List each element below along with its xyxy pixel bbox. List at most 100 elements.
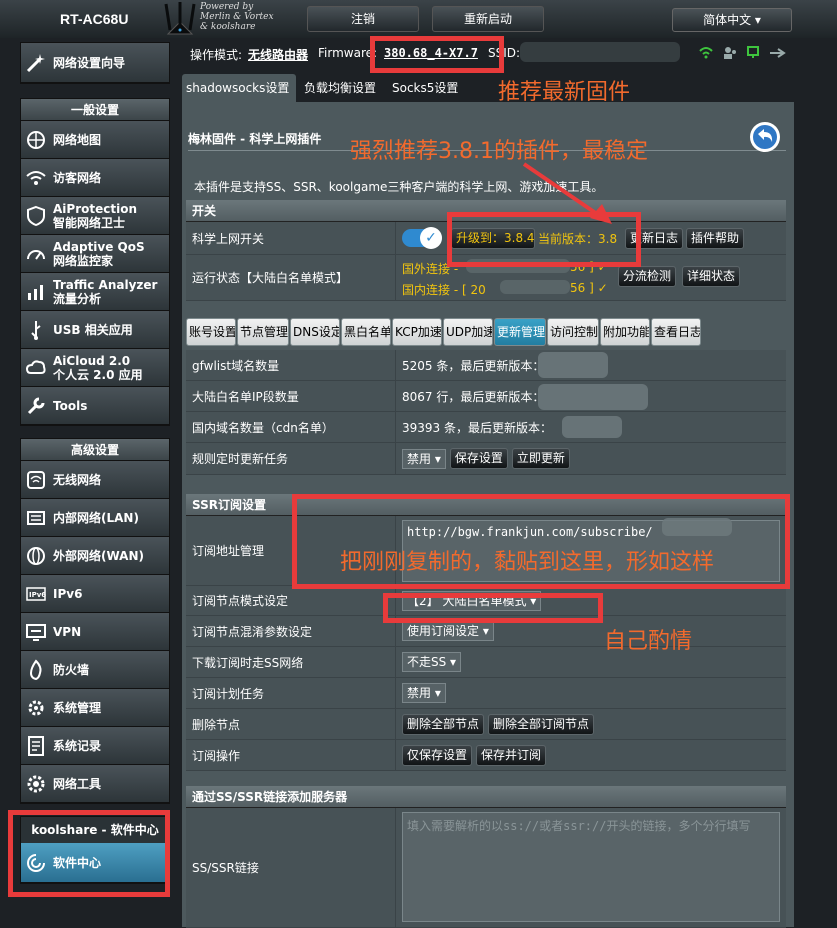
annotation-your-choice: 自己酌情 — [604, 629, 693, 654]
obfs-select[interactable]: 使用订阅设定 ▾ — [402, 621, 494, 641]
lan-icon — [25, 507, 47, 529]
tab-shadowsocks[interactable]: shadowsocks设置 — [182, 74, 296, 102]
logout-button[interactable]: 注销 — [307, 6, 419, 32]
sidebar-item-label: AiCloud 2.0 个人云 2.0 应用 — [53, 353, 143, 382]
checkmark-icon: ✓ — [420, 227, 442, 249]
schedule-row: 订阅计划任务 禁用 ▾ — [186, 678, 786, 709]
powered-by-line: Powered by — [200, 2, 254, 12]
sidebar-item-wrench[interactable]: Tools — [21, 387, 169, 425]
cloud-icon — [25, 357, 47, 379]
delete-all-button[interactable]: 删除全部节点 — [402, 713, 485, 735]
subtab-1[interactable]: 账号设置 — [186, 318, 236, 346]
sidebar-item-network-tools[interactable]: 网络工具 — [21, 765, 169, 803]
sidebar-item-setup-wizard[interactable]: 网络设置向导 — [21, 43, 169, 83]
link-row: SS/SSR链接 填入需要解析的以ss://或者ssr://开头的链接，多个分行… — [186, 808, 786, 928]
subtab-5[interactable]: KCP加速 — [392, 318, 442, 346]
subtab-3[interactable]: DNS设定 — [290, 318, 340, 346]
reboot-button[interactable]: 重新启动 — [432, 6, 544, 32]
sidebar-item-label: 系统管理 — [53, 700, 102, 715]
annotation-paste-here: 把刚刚复制的，黏贴到这里，形如这样 — [340, 550, 715, 575]
wrench-icon — [25, 395, 47, 417]
software-center-highlight-box — [8, 810, 170, 897]
subtab-7[interactable]: 更新管理 — [494, 318, 546, 346]
download-ss-select[interactable]: 不走SS ▾ — [402, 652, 462, 672]
mode-value[interactable]: 无线路由器 — [248, 46, 308, 63]
sub-tabs: 账号设置 节点管理 DNS设定 黑白名单 KCP加速 UDP加速 更新管理 访问控制 附加功能查… — [186, 318, 702, 346]
aiprotection-icon — [25, 205, 47, 227]
subtab-8[interactable]: 访问控制 — [547, 318, 599, 346]
tab-load-balance[interactable]: 负载均衡设置 — [300, 74, 384, 102]
download-ss-row: 下载订阅时走SS网络 不走SS ▾ — [186, 647, 786, 678]
sidebar-item-label: 无线网络 — [53, 472, 102, 487]
save-settings-button[interactable]: 保存设置 — [449, 448, 508, 469]
sidebar-item-aiprotection[interactable]: AiProtection 智能网络卫士 — [21, 197, 169, 235]
sidebar-item-lan[interactable]: 内部网络(LAN) — [21, 499, 169, 537]
subtab-4[interactable]: 黑白名单 — [341, 318, 391, 346]
proxy-toggle[interactable]: ✓ — [402, 227, 442, 249]
users-icon — [724, 47, 736, 59]
svg-text:IPv6: IPv6 — [29, 591, 46, 599]
traffic-icon — [25, 281, 47, 303]
general-settings-box: 一般设置 网络地图 访客网络 AiProtection 智能网络卫士 Adaptive … — [20, 98, 170, 426]
sidebar-item-guest-network[interactable]: 访客网络 — [21, 159, 169, 197]
subtab-9[interactable]: 附加功能 — [600, 318, 650, 346]
sidebar-item-admin[interactable]: 系统管理 — [21, 689, 169, 727]
sidebar-item-label: VPN — [53, 624, 82, 639]
rule-update-select[interactable]: 禁用 ▾ — [402, 448, 446, 469]
gfwlist-label: gfwlist域名数量 — [186, 350, 396, 380]
sidebar-item-wan[interactable]: 外部网络(WAN) — [21, 537, 169, 575]
plugin-help-button[interactable]: 插件帮助 — [686, 227, 745, 249]
node-mode-label: 订阅节点模式设定 — [186, 586, 396, 615]
general-settings-header: 一般设置 — [21, 99, 169, 121]
link-label: SS/SSR链接 — [186, 808, 396, 927]
sidebar-item-firewall[interactable]: 防火墙 — [21, 651, 169, 689]
subtab-10[interactable]: 查看日志 — [651, 318, 701, 346]
node-mode-highlight-box — [383, 593, 603, 623]
switch-label: 科学上网开关 — [186, 222, 396, 254]
sidebar-item-label: Adaptive QoS 网络监控家 — [53, 239, 145, 268]
router-logo-icon — [164, 2, 196, 35]
cdn-row: 国内域名数量（cdn名单） 39393 条，最后更新版本： — [186, 412, 786, 443]
save-subscribe-button[interactable]: 保存并订阅 — [476, 744, 547, 766]
admin-icon — [25, 697, 47, 719]
sidebar-item-log[interactable]: 系统记录 — [21, 727, 169, 765]
sidebar-item-label: 网络工具 — [53, 776, 102, 791]
save-only-button[interactable]: 仅保存设置 — [402, 744, 473, 766]
sidebar-item-label: AiProtection 智能网络卫士 — [53, 201, 137, 230]
sidebar-item-wireless[interactable]: 无线网络 — [21, 461, 169, 499]
detail-status-button[interactable]: 详细状态 — [682, 266, 741, 287]
download-ss-label: 下载订阅时走SS网络 — [186, 647, 396, 677]
run-status-label: 运行状态【大陆白名单模式】 — [186, 255, 396, 300]
link-textarea[interactable]: 填入需要解析的以ss://或者ssr://开头的链接，多个分行填写 — [402, 812, 780, 922]
sidebar-item-qos[interactable]: Adaptive QoS 网络监控家 — [21, 235, 169, 273]
ssid-blurred — [520, 42, 680, 62]
advanced-settings-box: 高级设置 无线网络 内部网络(LAN) 外部网络(WAN) IPv6 IPv6 VPN 防火… — [20, 438, 170, 804]
split-check-button[interactable]: 分流检测 — [618, 266, 677, 287]
delete-row: 删除节点 删除全部节点 删除全部订阅节点 — [186, 709, 786, 740]
sidebar-item-label: 外部网络(WAN) — [53, 548, 144, 563]
blurred-version — [562, 416, 622, 438]
qos-icon — [25, 243, 47, 265]
tab-socks5[interactable]: Socks5设置 — [388, 74, 468, 102]
network-tools-icon — [25, 773, 47, 795]
sidebar-item-vpn[interactable]: VPN — [21, 613, 169, 651]
sidebar-item-traffic[interactable]: Traffic Analyzer 流量分析 — [21, 273, 169, 311]
top-bar: RT-AC68U Powered by Merlin & Vortex & ko… — [0, 0, 837, 38]
wizard-icon — [25, 52, 47, 74]
delete-sub-button[interactable]: 删除全部订阅节点 — [488, 713, 595, 735]
link-section-header: 通过SS/SSR链接添加服务器 — [186, 786, 786, 808]
sidebar-item-cloud[interactable]: AiCloud 2.0 个人云 2.0 应用 — [21, 349, 169, 387]
update-now-button[interactable]: 立即更新 — [511, 448, 570, 469]
back-icon[interactable] — [748, 120, 782, 154]
sidebar-item-ipv6[interactable]: IPv6 IPv6 — [21, 575, 169, 613]
subtab-2[interactable]: 节点管理 — [237, 318, 289, 346]
sidebar-item-network-map[interactable]: 网络地图 — [21, 121, 169, 159]
language-select[interactable]: 简体中文 ▾ — [672, 8, 792, 32]
subtab-6[interactable]: UDP加速 — [443, 318, 493, 346]
log-icon — [25, 735, 47, 757]
usb-status-icon — [770, 48, 786, 58]
mode-label: 操作模式: — [190, 48, 243, 62]
sidebar-item-usb[interactable]: USB 相关应用 — [21, 311, 169, 349]
schedule-select[interactable]: 禁用 ▾ — [402, 683, 446, 703]
gfwlist-row: gfwlist域名数量 5205 条，最后更新版本： — [186, 350, 786, 381]
